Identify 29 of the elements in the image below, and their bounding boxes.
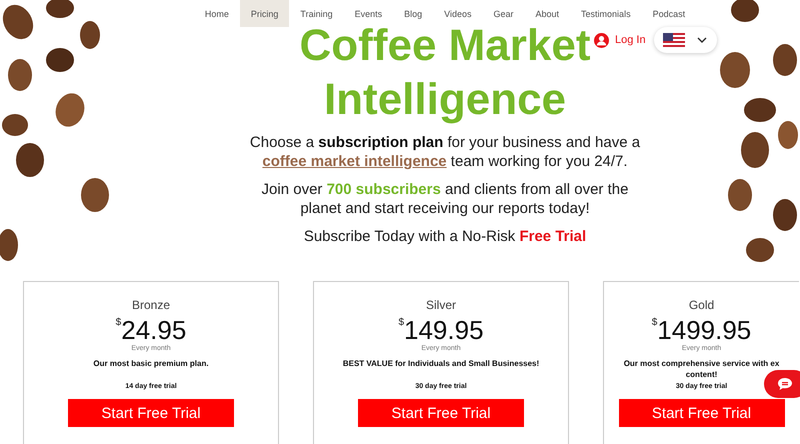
plan-price: 1499.95 bbox=[657, 315, 752, 345]
plan-price: 149.95 bbox=[404, 315, 484, 345]
plan-name: Bronze bbox=[132, 298, 170, 312]
plan-price: 24.95 bbox=[121, 315, 186, 345]
currency-symbol: $ bbox=[652, 317, 658, 328]
start-trial-button[interactable]: Start Free Trial bbox=[358, 399, 524, 427]
start-trial-button[interactable]: Start Free Trial bbox=[618, 399, 784, 427]
chat-button[interactable] bbox=[764, 370, 800, 398]
language-selector[interactable] bbox=[654, 27, 717, 53]
nav-link[interactable]: Home bbox=[194, 0, 240, 27]
nav-link[interactable]: Pricing bbox=[240, 0, 290, 27]
currency-symbol: $ bbox=[116, 317, 122, 328]
intro-text: Subscribe Today with a No-Risk Free Trial bbox=[304, 227, 586, 246]
plan-name: Gold bbox=[688, 298, 714, 312]
plan-description: Our most basic premium plan. bbox=[93, 358, 209, 370]
chat-icon bbox=[778, 378, 792, 390]
user-icon bbox=[594, 32, 609, 48]
currency-symbol: $ bbox=[398, 317, 404, 328]
plan-name: Silver bbox=[426, 298, 456, 312]
flag-icon bbox=[662, 33, 685, 47]
start-trial-button[interactable]: Start Free Trial bbox=[68, 399, 234, 427]
chevron-down-icon bbox=[696, 37, 707, 43]
plan-description: Our most comprehensive service with ex content! bbox=[624, 358, 780, 380]
text-link[interactable]: coffee market intelligence bbox=[262, 153, 447, 170]
login-link[interactable]: Log In bbox=[594, 32, 646, 48]
nav-link[interactable]: Podcast bbox=[642, 0, 696, 27]
intro-text: Choose a subscription plan for your business and have a coffee market intelligence team working for you 24/7. bbox=[248, 133, 642, 171]
plan-description: BEST VALUE for Individuals and Small Businesses! bbox=[342, 358, 540, 370]
intro-text: Join over 700 subscribers and clients from all over the planet and start receiving our reports today! bbox=[260, 180, 630, 218]
